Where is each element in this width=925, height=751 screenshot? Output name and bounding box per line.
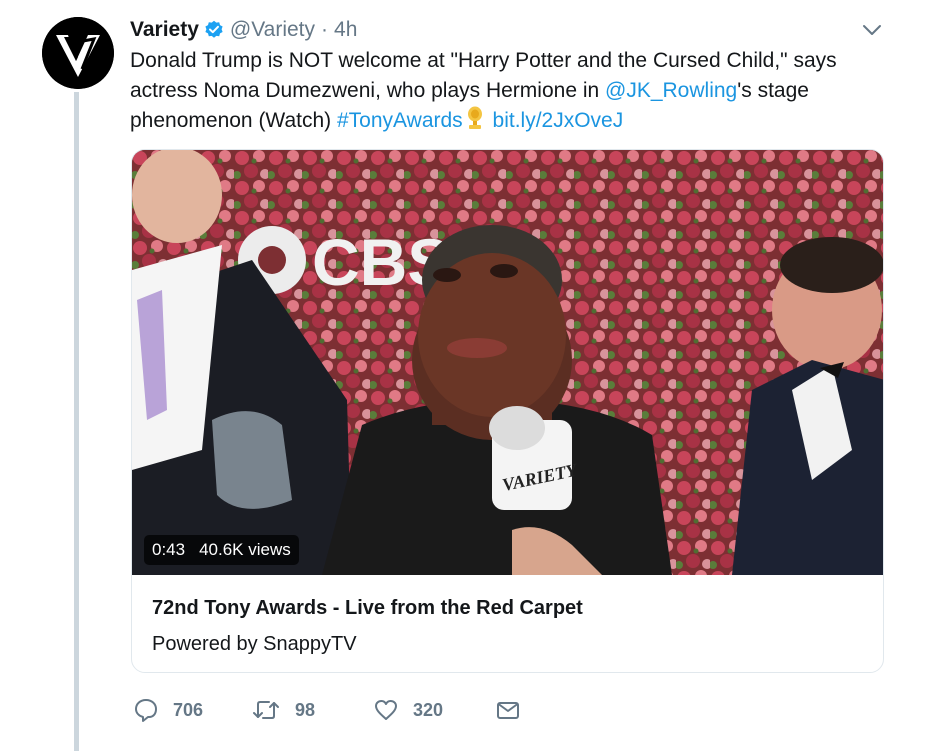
direct-message-button[interactable] xyxy=(495,697,521,723)
mention-link[interactable]: @JK_Rowling xyxy=(605,79,737,102)
author-handle[interactable]: @Variety xyxy=(230,18,315,42)
video-thumbnail: CBS VARIETY xyxy=(132,150,883,575)
tweet[interactable]: Variety @Variety · 4h Donald Trump is NO… xyxy=(0,0,925,751)
retweet-button[interactable]: 98 xyxy=(251,697,373,723)
trophy-emoji-icon xyxy=(465,106,485,139)
tweet-timestamp[interactable]: 4h xyxy=(334,18,357,42)
author-name[interactable]: Variety xyxy=(130,18,199,42)
card-subtitle: Powered by SnappyTV xyxy=(152,633,357,655)
retweet-icon xyxy=(251,697,281,723)
message-icon xyxy=(495,697,521,723)
like-icon xyxy=(373,697,399,723)
tweet-actions: 706 98 320 xyxy=(133,697,521,723)
avatar[interactable] xyxy=(42,17,114,89)
verified-badge-icon xyxy=(204,20,224,40)
video-duration: 0:43 xyxy=(152,540,186,559)
hashtag-link[interactable]: #TonyAwards xyxy=(337,109,463,132)
reply-button[interactable]: 706 xyxy=(133,697,251,723)
media-card[interactable]: CBS VARIETY 0:43 40.6K views 72nd Tony A… xyxy=(131,149,884,673)
chevron-down-icon[interactable] xyxy=(860,20,884,40)
shortened-url-link[interactable]: bit.ly/2JxOveJ xyxy=(493,109,624,132)
reply-count: 706 xyxy=(173,699,204,720)
video-player[interactable]: CBS VARIETY 0:43 40.6K views xyxy=(132,150,883,575)
reply-icon xyxy=(133,697,159,723)
tweet-header: Variety @Variety · 4h xyxy=(130,16,357,44)
video-stats-badge: 0:43 40.6K views xyxy=(144,535,299,565)
like-count: 320 xyxy=(413,699,444,720)
card-info[interactable]: 72nd Tony Awards - Live from the Red Car… xyxy=(132,575,883,672)
like-button[interactable]: 320 xyxy=(373,697,495,723)
card-title: 72nd Tony Awards - Live from the Red Car… xyxy=(152,597,583,619)
video-views: 40.6K views xyxy=(199,540,291,559)
tweet-text: Donald Trump is NOT welcome at "Harry Po… xyxy=(130,46,890,139)
separator-dot: · xyxy=(321,18,329,41)
retweet-count: 98 xyxy=(295,699,316,720)
thread-line xyxy=(74,92,79,751)
